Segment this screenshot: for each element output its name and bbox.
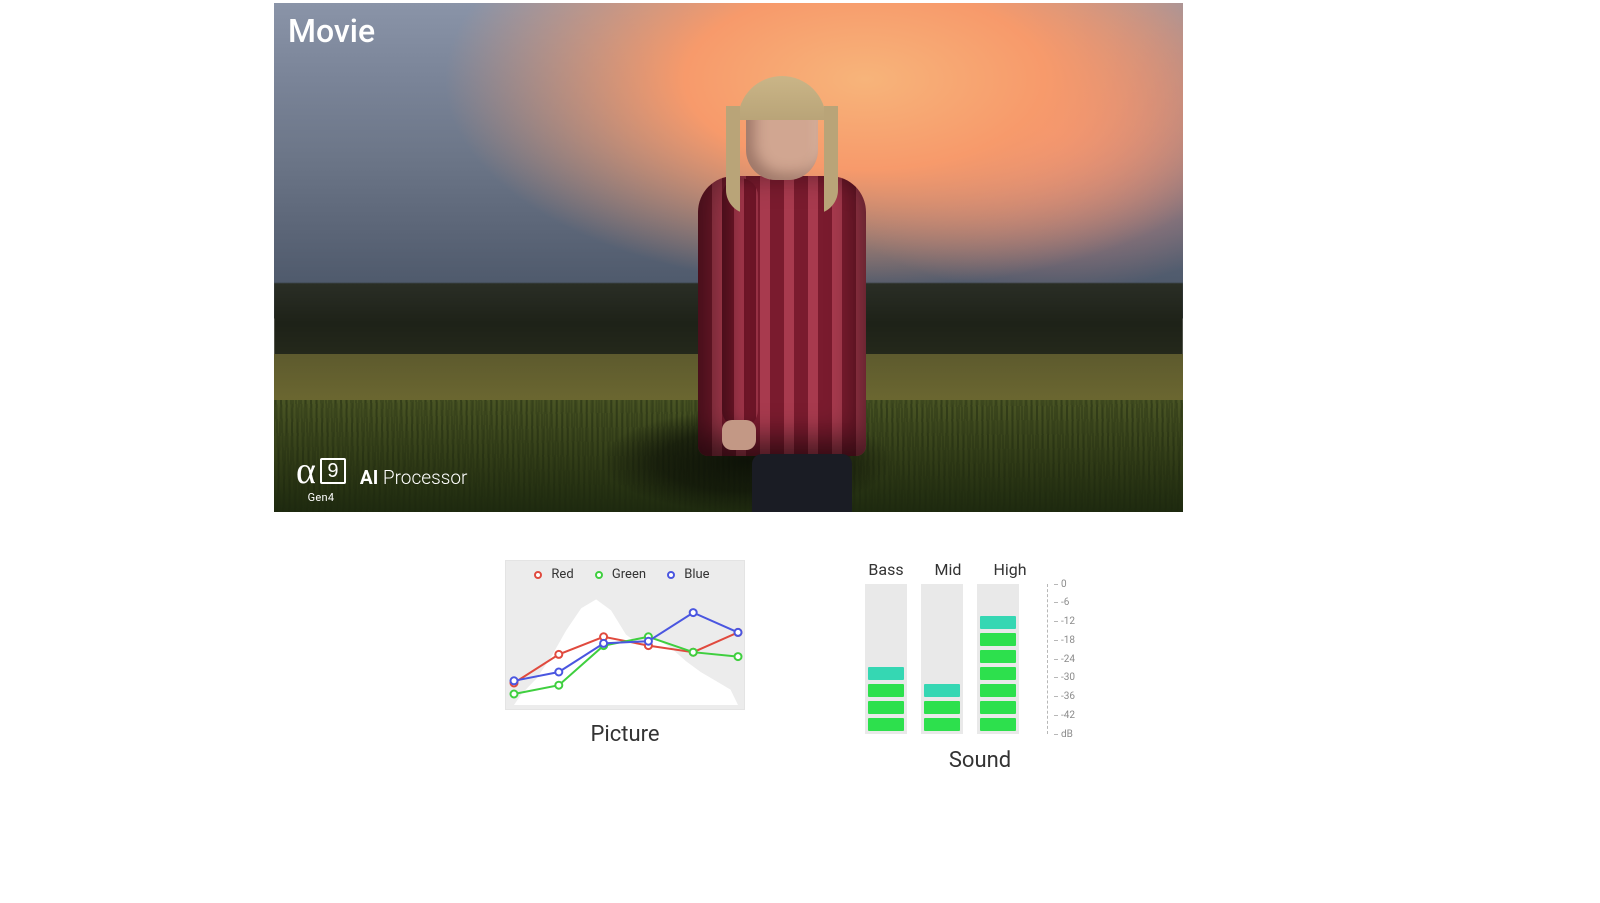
vu-segment xyxy=(868,701,904,714)
legend-blue-label: Blue xyxy=(684,567,709,582)
sound-bars xyxy=(865,584,1019,734)
vu-col-high xyxy=(977,584,1019,734)
processor-label-rest: Processor xyxy=(383,466,468,489)
picture-chart-block: Red Green Blue Picture xyxy=(505,560,745,747)
hero-image xyxy=(274,3,1183,512)
vu-segment xyxy=(980,616,1016,629)
sound-label-mid: Mid xyxy=(927,560,969,579)
gen-label: Gen4 xyxy=(308,492,335,503)
vu-segment xyxy=(868,667,904,680)
processor-badge: α 9 Gen4 AI Processor xyxy=(296,452,467,503)
sound-label-high: High xyxy=(989,560,1031,579)
vu-segment xyxy=(980,667,1016,680)
sound-chart-block: Bass Mid High 0-6-12-18-24-30-36-42dB So… xyxy=(865,560,1095,773)
vu-segment xyxy=(980,718,1016,731)
processor-label: AI Processor xyxy=(360,466,467,489)
sound-chart: Bass Mid High 0-6-12-18-24-30-36-42dB xyxy=(865,560,1095,736)
legend-red-label: Red xyxy=(551,567,573,582)
vu-segment xyxy=(980,650,1016,663)
picture-chart-svg xyxy=(506,591,746,709)
legend-red-icon xyxy=(534,571,542,579)
vu-col-bass xyxy=(865,584,907,734)
db-scale: 0-6-12-18-24-30-36-42dB xyxy=(1047,584,1075,734)
picture-legend: Red Green Blue xyxy=(506,567,744,582)
processor-badge-logo: α 9 Gen4 xyxy=(296,452,346,503)
alpha-glyph: α xyxy=(296,452,316,490)
vu-segment xyxy=(868,684,904,697)
alpha-icon: α 9 xyxy=(296,452,346,490)
sound-column-labels: Bass Mid High xyxy=(865,560,1031,579)
legend-green-icon xyxy=(595,571,603,579)
vu-segment xyxy=(924,718,960,731)
sound-label: Sound xyxy=(949,748,1011,773)
legend-green-label: Green xyxy=(612,567,646,582)
vu-segment xyxy=(924,684,960,697)
vu-segment xyxy=(924,701,960,714)
picture-chart: Red Green Blue xyxy=(505,560,745,710)
hero-figure-child xyxy=(692,84,872,512)
legend-blue-icon xyxy=(667,571,675,579)
sound-label-bass: Bass xyxy=(865,560,907,579)
processor-label-bold: AI xyxy=(360,466,378,489)
vu-col-mid xyxy=(921,584,963,734)
vu-segment xyxy=(980,633,1016,646)
picture-label: Picture xyxy=(591,722,660,747)
overlay-title: Movie xyxy=(288,12,375,50)
nine-box: 9 xyxy=(320,458,346,484)
vu-segment xyxy=(980,684,1016,697)
vu-segment xyxy=(980,701,1016,714)
vu-segment xyxy=(868,718,904,731)
